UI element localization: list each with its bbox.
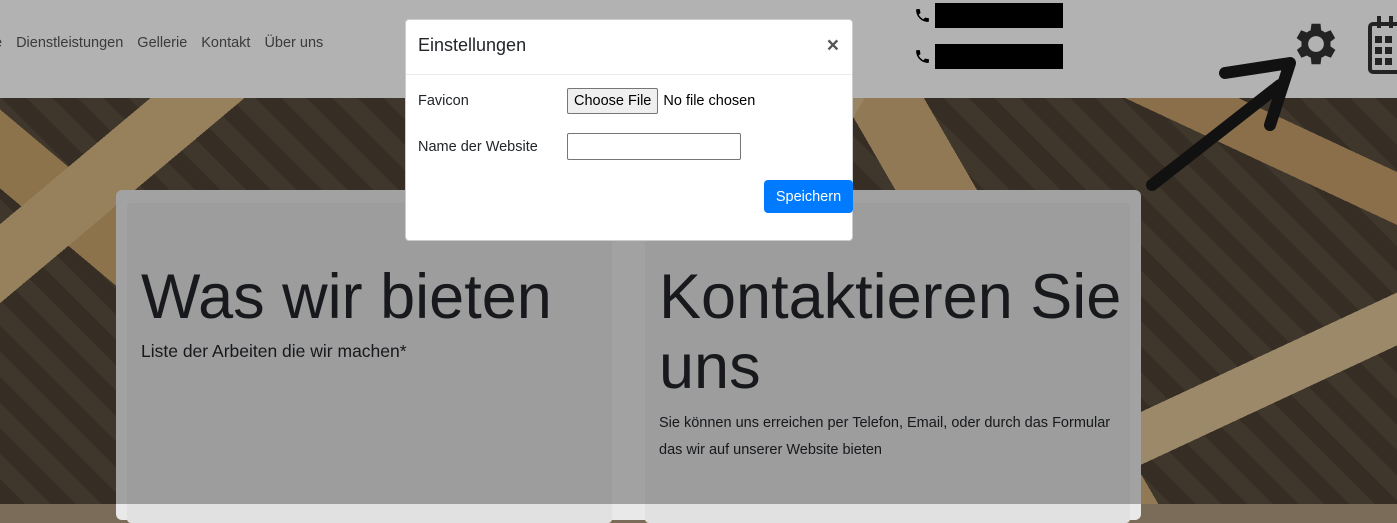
annotation-arrow-icon [1146, 57, 1296, 191]
close-button[interactable]: × [827, 34, 839, 58]
modal-title: Einstellungen [418, 35, 527, 55]
website-name-label: Name der Website [418, 138, 538, 155]
save-button[interactable]: Speichern [764, 180, 853, 213]
file-status-text: No file chosen [663, 93, 756, 109]
settings-modal: Einstellungen × Favicon Choose File No f… [405, 19, 853, 241]
website-name-input[interactable] [567, 133, 741, 160]
website-name-row: Name der Website [418, 133, 741, 160]
favicon-label: Favicon [418, 93, 469, 109]
modal-header: Einstellungen × [406, 20, 852, 75]
favicon-row: Favicon Choose File No file chosen [418, 88, 755, 114]
choose-file-button[interactable]: Choose File [567, 88, 659, 114]
